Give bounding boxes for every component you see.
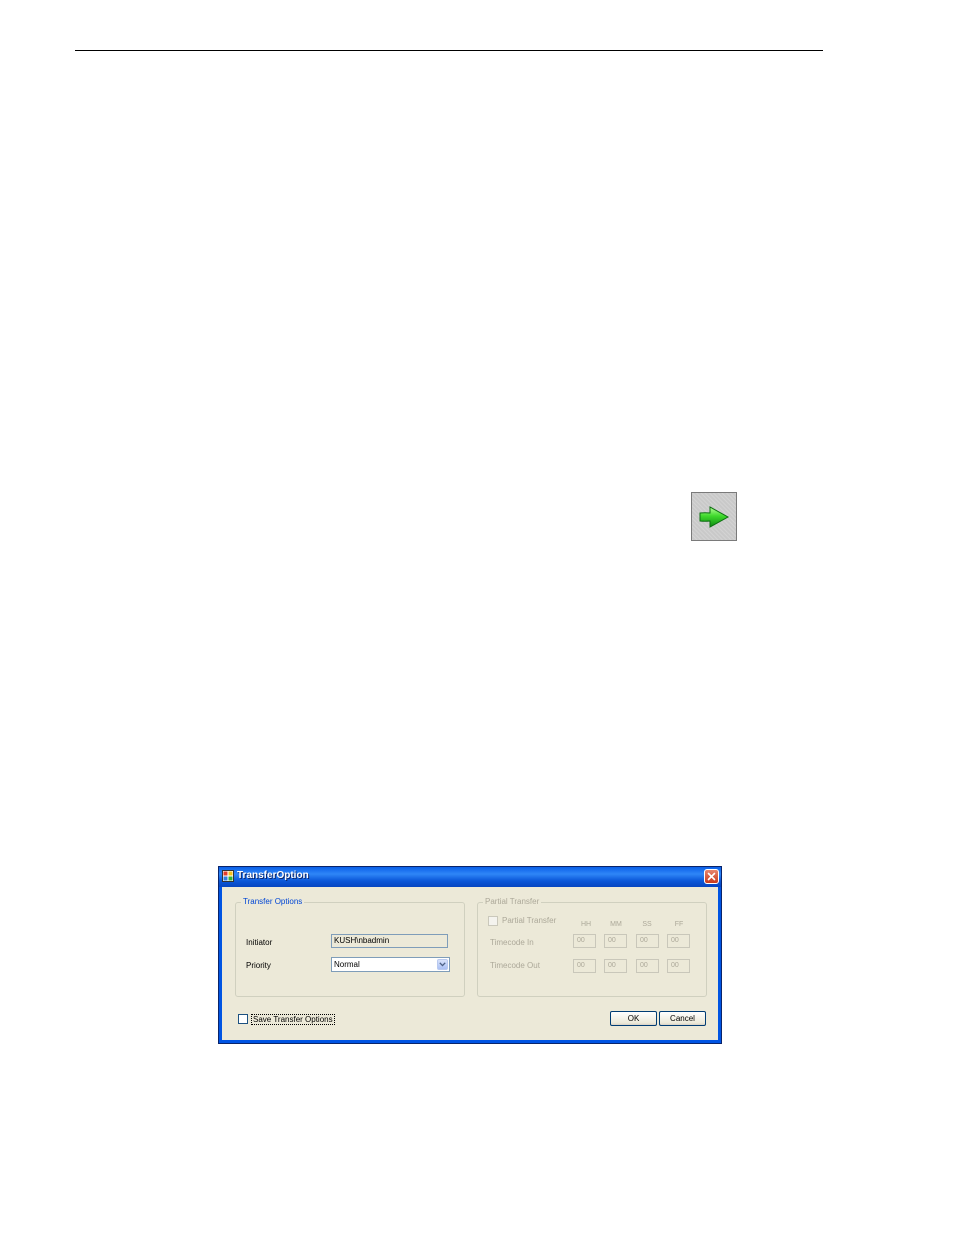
chevron-down-icon xyxy=(439,962,446,967)
timecode-in-ff[interactable]: 00 xyxy=(667,934,690,948)
timecode-out-ss[interactable]: 00 xyxy=(636,959,659,973)
cancel-button[interactable]: Cancel xyxy=(659,1011,706,1026)
transfer-options-legend: Transfer Options xyxy=(241,897,305,906)
save-transfer-options-label[interactable]: Save Transfer Options xyxy=(251,1014,335,1025)
dialog-title: TransferOption xyxy=(237,870,309,881)
timecode-out-ff[interactable]: 00 xyxy=(667,959,690,973)
priority-select[interactable]: Normal xyxy=(331,957,450,972)
partial-transfer-checkbox[interactable] xyxy=(488,916,498,926)
save-transfer-options-checkbox[interactable] xyxy=(238,1014,248,1024)
timecode-in-hh[interactable]: 00 xyxy=(573,934,596,948)
close-icon xyxy=(707,872,716,881)
hh-header: HH xyxy=(580,921,592,928)
close-button[interactable] xyxy=(704,869,719,884)
timecode-out-label: Timecode Out xyxy=(490,961,540,970)
mm-header: MM xyxy=(610,921,622,928)
priority-label: Priority xyxy=(246,961,271,970)
partial-transfer-group: Partial Transfer Partial Transfer HH MM … xyxy=(477,897,707,997)
ok-button[interactable]: OK xyxy=(610,1011,657,1026)
ss-header: SS xyxy=(642,921,652,928)
timecode-in-label: Timecode In xyxy=(490,938,534,947)
timecode-in-ss[interactable]: 00 xyxy=(636,934,659,948)
priority-dropdown-button[interactable] xyxy=(437,959,448,970)
timecode-in-mm[interactable]: 00 xyxy=(604,934,627,948)
timecode-out-mm[interactable]: 00 xyxy=(604,959,627,973)
window-app-icon xyxy=(222,870,234,882)
partial-transfer-checkbox-label: Partial Transfer xyxy=(502,916,557,925)
initiator-field: KUSH\nbadmin xyxy=(331,934,448,948)
right-arrow-icon xyxy=(699,505,730,528)
priority-selected-value: Normal xyxy=(334,960,360,969)
title-bar[interactable]: TransferOption xyxy=(219,867,721,887)
timecode-out-hh[interactable]: 00 xyxy=(573,959,596,973)
transfer-option-dialog: TransferOption Transfer Options Initiato… xyxy=(218,866,722,1044)
transfer-options-group: Transfer Options Initiator KUSH\nbadmin … xyxy=(235,897,465,997)
top-rule xyxy=(75,50,823,51)
initiator-label: Initiator xyxy=(246,938,273,947)
forward-arrow-button[interactable] xyxy=(691,492,737,541)
dialog-client-area: Transfer Options Initiator KUSH\nbadmin … xyxy=(222,887,718,1040)
partial-transfer-legend: Partial Transfer xyxy=(483,897,542,906)
ff-header: FF xyxy=(674,921,684,928)
